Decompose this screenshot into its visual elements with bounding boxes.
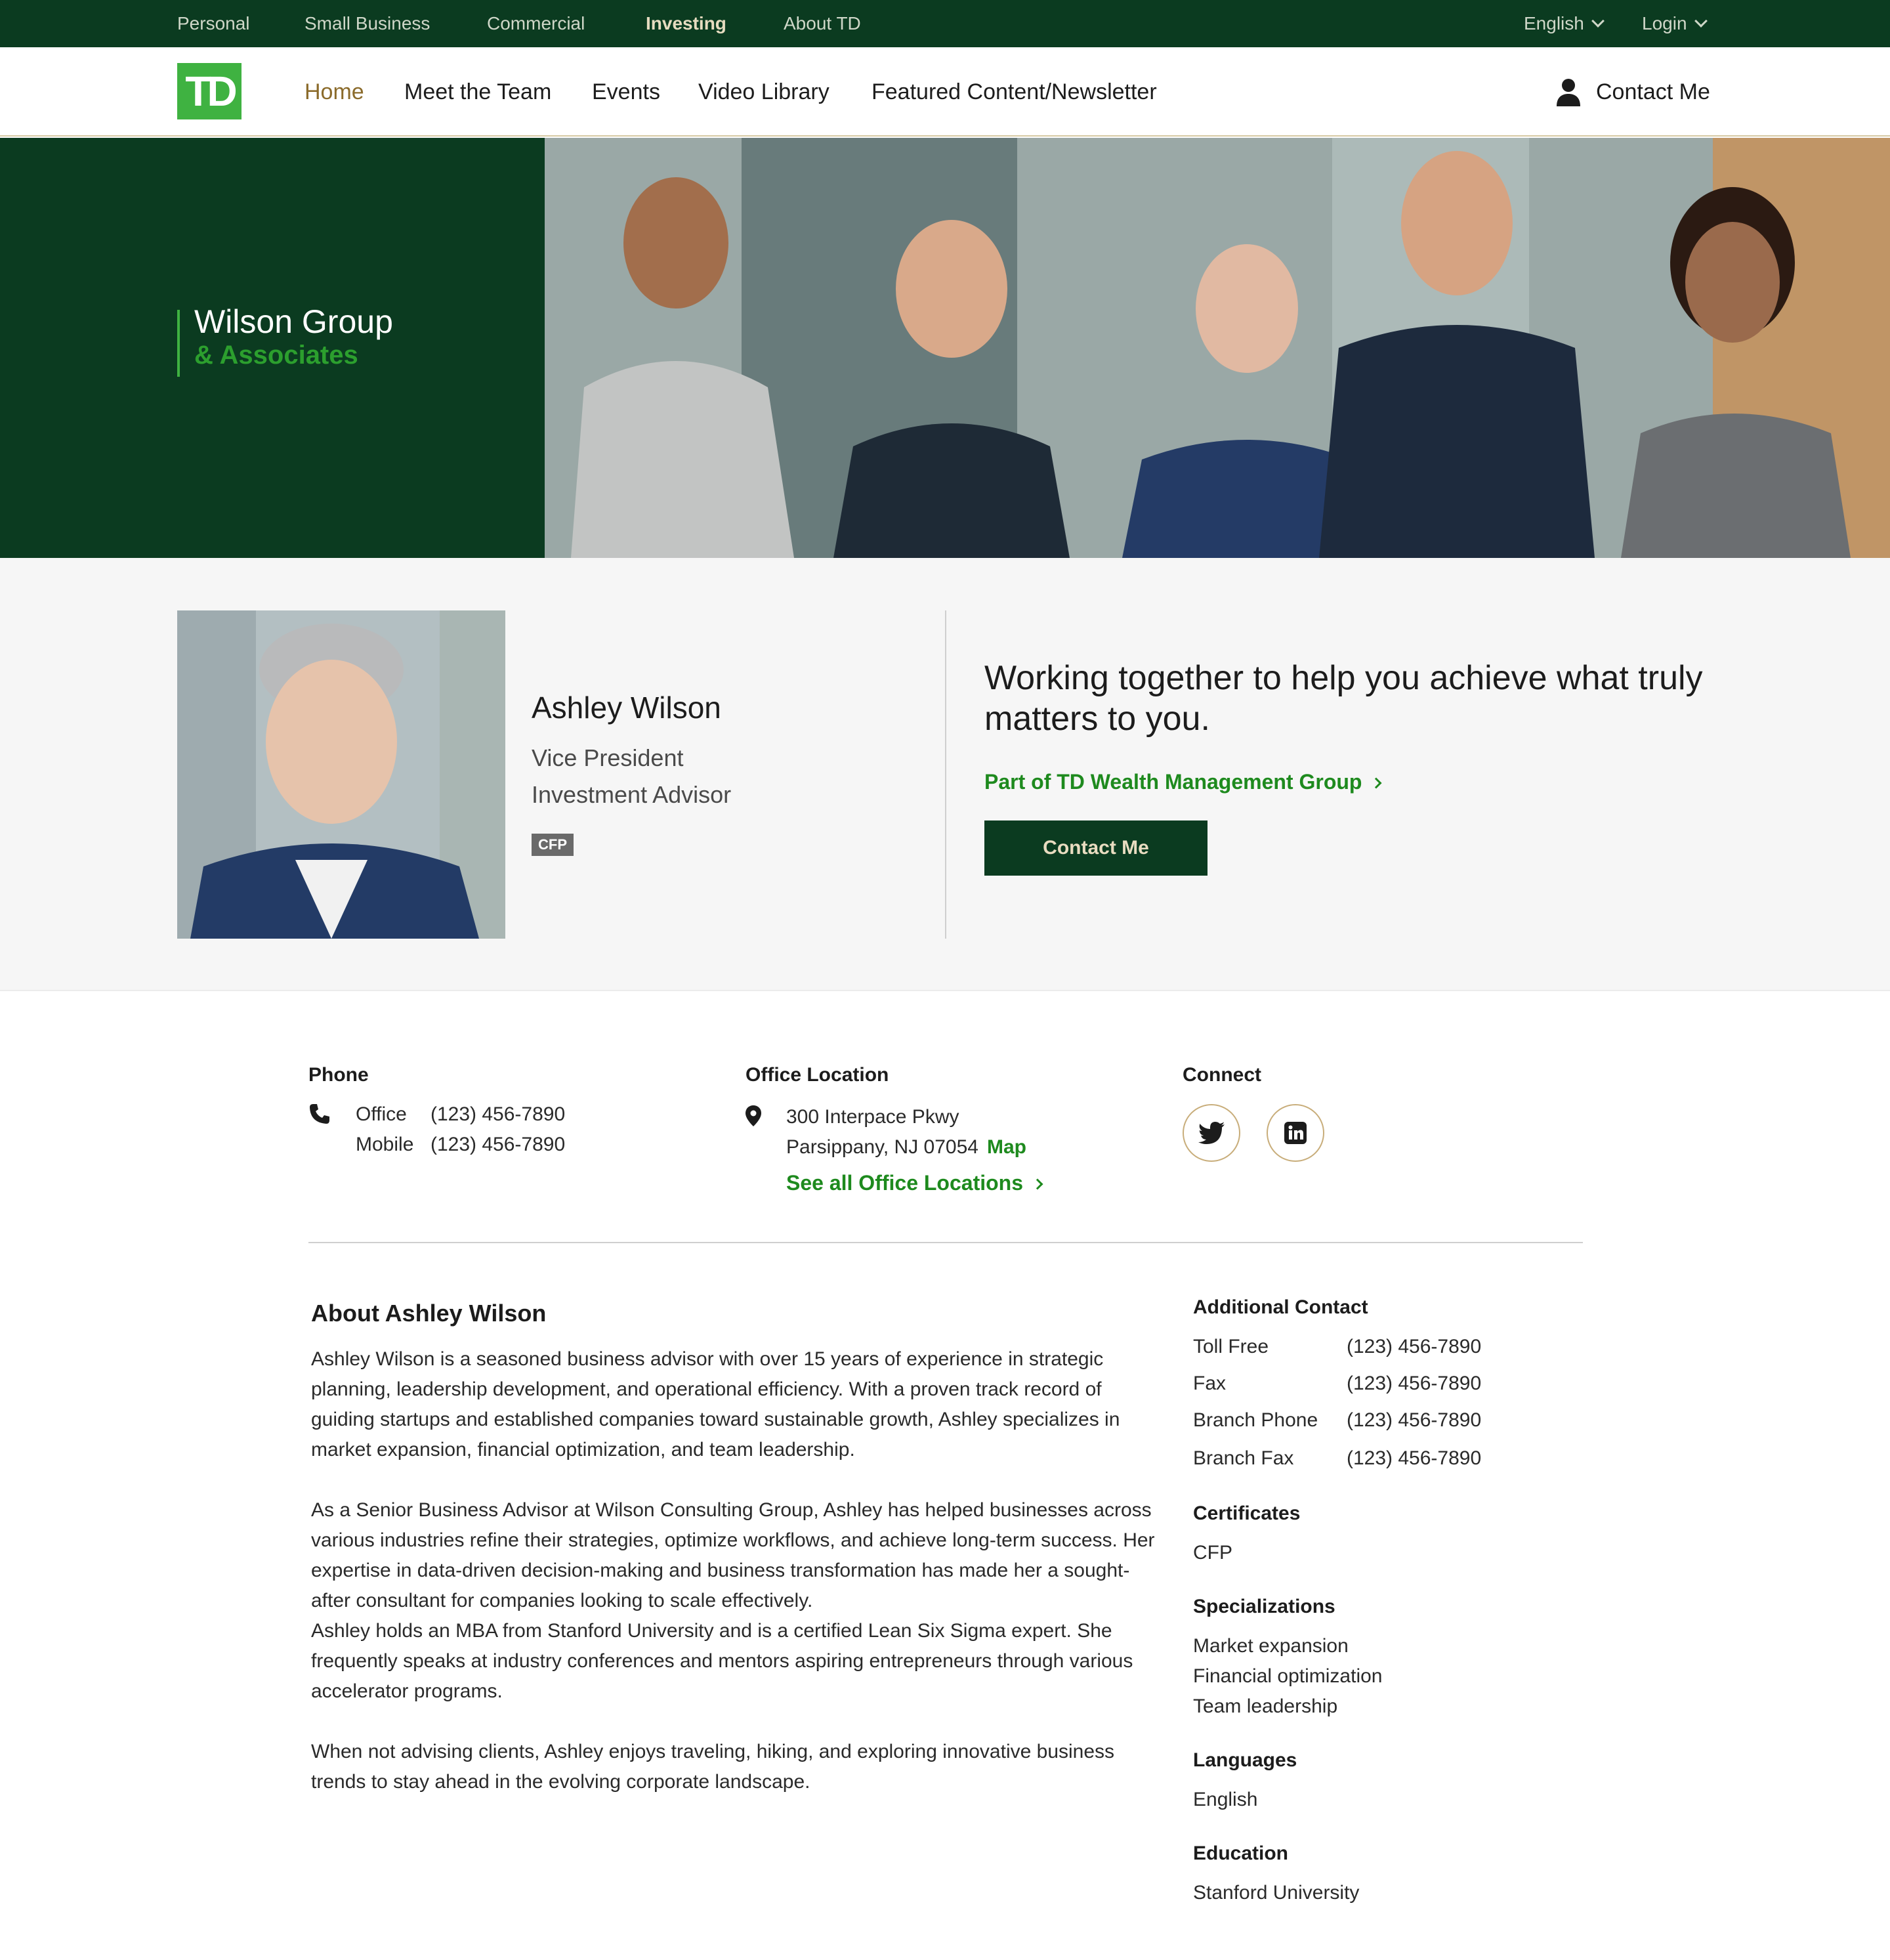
wealth-link-label: Part of TD Wealth Management Group bbox=[984, 770, 1362, 794]
education-heading: Education bbox=[1193, 1843, 1289, 1864]
language-selector[interactable]: English bbox=[1524, 12, 1605, 35]
language-label: English bbox=[1524, 13, 1584, 33]
phone-icon bbox=[310, 1104, 329, 1124]
fax-label: Fax bbox=[1193, 1373, 1227, 1394]
all-office-locations-link[interactable]: See all Office Locations bbox=[786, 1168, 1043, 1197]
branch-fax-number: (123) 456-7890 bbox=[1347, 1447, 1482, 1469]
connect-heading: Connect bbox=[1183, 1064, 1261, 1086]
login-menu[interactable]: Login bbox=[1642, 12, 1708, 35]
header-contact-me[interactable]: Contact Me bbox=[1555, 76, 1710, 108]
twitter-button[interactable] bbox=[1183, 1104, 1240, 1162]
language-item: English bbox=[1193, 1789, 1258, 1810]
wealth-management-group-link[interactable]: Part of TD Wealth Management Group bbox=[984, 767, 1382, 797]
toll-free-label: Toll Free bbox=[1193, 1336, 1269, 1357]
advisor-portrait-illustration bbox=[177, 610, 505, 939]
linkedin-button[interactable] bbox=[1267, 1104, 1324, 1162]
certificate-item: CFP bbox=[1193, 1542, 1232, 1564]
location-pin-icon bbox=[746, 1105, 761, 1126]
advisor-name: Ashley Wilson bbox=[532, 691, 721, 725]
nav-events[interactable]: Events bbox=[592, 76, 660, 108]
contact-me-button[interactable]: Contact Me bbox=[984, 820, 1208, 876]
hero-title: Wilson Group bbox=[194, 303, 393, 340]
chevron-down-icon bbox=[1694, 14, 1708, 28]
certificates-heading: Certificates bbox=[1193, 1502, 1301, 1524]
office-address-line1: 300 Interpace Pkwy bbox=[786, 1106, 959, 1128]
advisor-profile: Ashley Wilson Vice President Investment … bbox=[0, 558, 1890, 991]
topbar-link-commercial[interactable]: Commercial bbox=[487, 12, 585, 35]
specialization-item: Financial optimization bbox=[1193, 1665, 1383, 1687]
profile-divider bbox=[945, 610, 946, 939]
header-contact-label: Contact Me bbox=[1596, 79, 1710, 104]
branch-fax-label: Branch Fax bbox=[1193, 1447, 1294, 1469]
team-photo-illustration bbox=[545, 138, 1890, 558]
chevron-down-icon bbox=[1591, 14, 1605, 28]
advisor-portrait bbox=[177, 610, 505, 939]
cfp-badge: CFP bbox=[532, 834, 574, 856]
topbar-link-small-business[interactable]: Small Business bbox=[304, 12, 430, 35]
about-heading: About Ashley Wilson bbox=[311, 1300, 547, 1327]
specialization-item: Market expansion bbox=[1193, 1635, 1349, 1657]
section-divider bbox=[308, 1242, 1583, 1243]
nav-meet-the-team[interactable]: Meet the Team bbox=[404, 76, 551, 108]
linkedin-icon bbox=[1284, 1122, 1307, 1144]
toll-free-number[interactable]: (123) 456-7890 bbox=[1347, 1332, 1481, 1361]
main-navigation: TD Home Meet the Team Events Video Libra… bbox=[0, 47, 1890, 137]
branch-phone-number[interactable]: (123) 456-7890 bbox=[1347, 1406, 1481, 1435]
specialization-item: Team leadership bbox=[1193, 1695, 1338, 1717]
nav-home[interactable]: Home bbox=[304, 76, 364, 108]
mobile-phone-number[interactable]: (123) 456-7890 bbox=[430, 1130, 565, 1159]
office-phone-label: Office bbox=[356, 1103, 407, 1125]
about-paragraph-3: Ashley holds an MBA from Stanford Univer… bbox=[311, 1620, 1133, 1702]
all-locations-label: See all Office Locations bbox=[786, 1171, 1023, 1195]
languages-heading: Languages bbox=[1193, 1749, 1297, 1771]
advisor-tagline: Working together to help you achieve wha… bbox=[984, 659, 1703, 738]
additional-contact-heading: Additional Contact bbox=[1193, 1296, 1368, 1318]
hero-subtitle: & Associates bbox=[194, 341, 358, 370]
hero-title-panel: Wilson Group & Associates bbox=[0, 138, 545, 558]
chevron-right-icon bbox=[1370, 777, 1382, 789]
mobile-phone-label: Mobile bbox=[356, 1134, 414, 1155]
topbar-link-about-td[interactable]: About TD bbox=[784, 12, 861, 35]
hero-banner: Wilson Group & Associates bbox=[0, 138, 1890, 558]
nav-video-library[interactable]: Video Library bbox=[698, 76, 830, 108]
specializations-heading: Specializations bbox=[1193, 1596, 1335, 1617]
twitter-icon bbox=[1198, 1122, 1225, 1144]
office-phone-number[interactable]: (123) 456-7890 bbox=[430, 1100, 565, 1129]
education-item: Stanford University bbox=[1193, 1882, 1360, 1904]
nav-featured-content[interactable]: Featured Content/Newsletter bbox=[872, 76, 1157, 108]
about-paragraph-4: When not advising clients, Ashley enjoys… bbox=[311, 1741, 1115, 1793]
about-paragraph-2: As a Senior Business Advisor at Wilson C… bbox=[311, 1499, 1155, 1611]
fax-number: (123) 456-7890 bbox=[1347, 1373, 1482, 1394]
about-paragraph-1: Ashley Wilson is a seasoned business adv… bbox=[311, 1348, 1120, 1460]
advisor-title-investment-advisor: Investment Advisor bbox=[532, 781, 732, 808]
office-location-heading: Office Location bbox=[746, 1064, 889, 1086]
map-link[interactable]: Map bbox=[987, 1133, 1026, 1162]
utility-bar: Personal Small Business Commercial Inves… bbox=[0, 0, 1890, 47]
team-photo bbox=[545, 138, 1890, 558]
chevron-right-icon bbox=[1032, 1178, 1043, 1190]
branch-phone-label: Branch Phone bbox=[1193, 1409, 1318, 1431]
person-icon bbox=[1557, 79, 1580, 106]
hero-accent-bar bbox=[177, 310, 180, 377]
phone-heading: Phone bbox=[308, 1064, 369, 1086]
login-label: Login bbox=[1642, 13, 1687, 33]
topbar-link-investing[interactable]: Investing bbox=[646, 12, 726, 35]
topbar-link-personal[interactable]: Personal bbox=[177, 12, 250, 35]
td-logo[interactable]: TD bbox=[177, 63, 242, 119]
office-address-line2: Parsippany, NJ 07054 bbox=[786, 1136, 978, 1158]
advisor-title-vp: Vice President bbox=[532, 744, 684, 771]
